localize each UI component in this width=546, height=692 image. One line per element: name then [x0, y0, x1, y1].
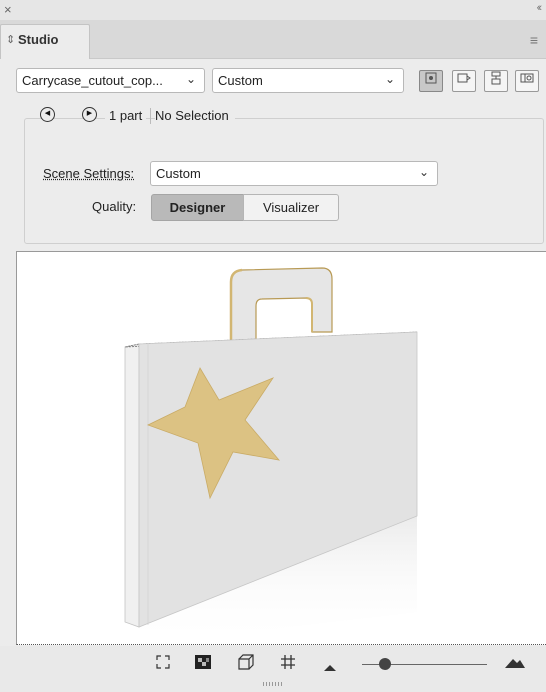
viewport-toolbar: [0, 646, 546, 692]
carrycase-model[interactable]: [17, 252, 546, 645]
sort-arrows-icon: ⇕: [6, 34, 16, 46]
zoom-in-icon[interactable]: [505, 655, 525, 672]
quality-visualizer-option[interactable]: Visualizer: [243, 194, 339, 221]
grid-icon[interactable]: [280, 654, 296, 674]
fit-view-icon[interactable]: [155, 654, 171, 674]
assembled-view-icon[interactable]: [419, 70, 443, 92]
view-select[interactable]: Custom ⌄: [212, 68, 404, 93]
panel-title-bar: × ‹‹: [0, 0, 546, 20]
chevron-down-icon: ⌄: [418, 165, 429, 179]
tab-row: ⇕ Studio ≡: [0, 20, 546, 59]
quality-designer-option[interactable]: Designer: [151, 194, 244, 221]
wireframe-cube-icon[interactable]: [237, 654, 255, 674]
next-part-icon[interactable]: ▶: [82, 107, 97, 122]
view-select-value: Custom: [218, 73, 263, 88]
case-handle: [230, 267, 333, 343]
file-select[interactable]: Carrycase_cutout_cop... ⌄: [16, 68, 205, 93]
divider: [150, 108, 151, 124]
chevron-down-icon: ⌄: [185, 72, 196, 86]
collapse-panel-icon[interactable]: ‹‹: [537, 2, 543, 14]
fold-view-icon[interactable]: [452, 70, 476, 92]
background-toggle-icon[interactable]: [194, 654, 212, 674]
close-icon[interactable]: ×: [4, 2, 12, 17]
tab-label: Studio: [18, 32, 59, 47]
scene-settings-value: Custom: [156, 166, 201, 181]
selection-status: No Selection: [155, 108, 235, 123]
quality-label: Quality:: [92, 199, 137, 214]
part-count: 1 part: [105, 108, 147, 123]
flat-view-icon[interactable]: [515, 70, 539, 92]
scene-settings-select[interactable]: Custom ⌄: [150, 161, 438, 186]
exploded-view-icon[interactable]: [484, 70, 508, 92]
scene-settings-label: Scene Settings:: [43, 166, 135, 181]
tab-studio[interactable]: ⇕ Studio: [0, 24, 90, 59]
resize-grip[interactable]: [263, 682, 283, 686]
file-select-value: Carrycase_cutout_cop...: [22, 73, 163, 88]
hamburger-icon[interactable]: ≡: [530, 32, 538, 48]
zoom-out-icon[interactable]: [324, 658, 336, 675]
3d-viewport[interactable]: [16, 251, 546, 645]
previous-part-icon[interactable]: ◀: [40, 107, 55, 122]
zoom-slider-thumb[interactable]: [378, 658, 391, 670]
case-side-face: [124, 343, 140, 628]
chevron-down-icon: ⌄: [384, 72, 395, 86]
